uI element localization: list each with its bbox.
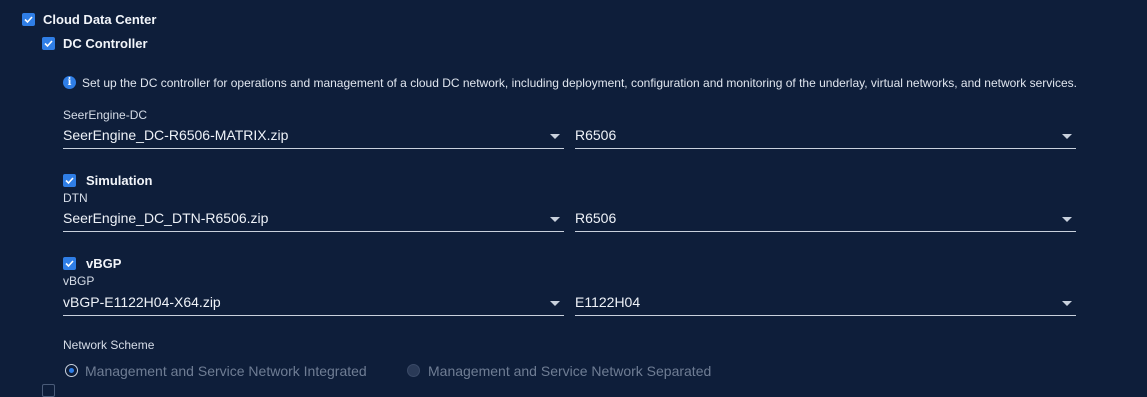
chevron-down-icon — [550, 217, 560, 222]
check-icon — [44, 40, 53, 48]
chevron-down-icon — [1062, 134, 1072, 139]
dc-controller-checkbox[interactable] — [42, 37, 55, 50]
vbgp-version-select[interactable]: E1122H04 — [575, 294, 1076, 316]
dtn-package-value: SeerEngine_DC_DTN-R6506.zip — [63, 210, 269, 226]
radio-separated[interactable] — [407, 364, 420, 377]
seerengine-package-select[interactable]: SeerEngine_DC-R6506-MATRIX.zip — [63, 127, 564, 149]
chevron-down-icon — [1062, 217, 1072, 222]
radio-integrated-label[interactable]: Management and Service Network Integrate… — [85, 363, 367, 379]
dtn-version-select[interactable]: R6506 — [575, 210, 1076, 232]
simulation-checkbox[interactable] — [63, 174, 76, 187]
vbgp-checkbox[interactable] — [63, 257, 76, 270]
dtn-version-value: R6506 — [575, 210, 617, 226]
dtn-package-select[interactable]: SeerEngine_DC_DTN-R6506.zip — [63, 210, 564, 232]
check-icon — [65, 260, 74, 268]
vbgp-sub-label: vBGP — [63, 274, 95, 288]
vbgp-package-select[interactable]: vBGP-E1122H04-X64.zip — [63, 294, 564, 316]
seerengine-version-select[interactable]: R6506 — [575, 127, 1076, 149]
check-icon — [65, 177, 74, 185]
chevron-down-icon — [550, 134, 560, 139]
vbgp-label: vBGP — [86, 256, 122, 271]
check-icon — [24, 16, 33, 24]
chevron-down-icon — [550, 301, 560, 306]
seerengine-dc-label: SeerEngine-DC — [63, 108, 148, 122]
chevron-down-icon — [1062, 301, 1072, 306]
cloud-data-center-label: Cloud Data Center — [43, 12, 157, 27]
dc-controller-label: DC Controller — [63, 36, 148, 51]
cloud-data-center-checkbox[interactable] — [22, 13, 35, 26]
dtn-label: DTN — [63, 191, 88, 205]
next-option-checkbox[interactable] — [42, 384, 55, 397]
info-icon: i — [63, 76, 76, 89]
dc-controller-info-text: Set up the DC controller for operations … — [82, 76, 1077, 90]
vbgp-version-value: E1122H04 — [575, 294, 641, 310]
seerengine-package-value: SeerEngine_DC-R6506-MATRIX.zip — [63, 127, 289, 143]
simulation-label: Simulation — [86, 173, 153, 188]
radio-integrated[interactable] — [65, 364, 78, 377]
radio-separated-label[interactable]: Management and Service Network Separated — [428, 363, 711, 379]
network-scheme-label: Network Scheme — [63, 338, 155, 352]
seerengine-version-value: R6506 — [575, 127, 617, 143]
vbgp-package-value: vBGP-E1122H04-X64.zip — [63, 294, 221, 310]
